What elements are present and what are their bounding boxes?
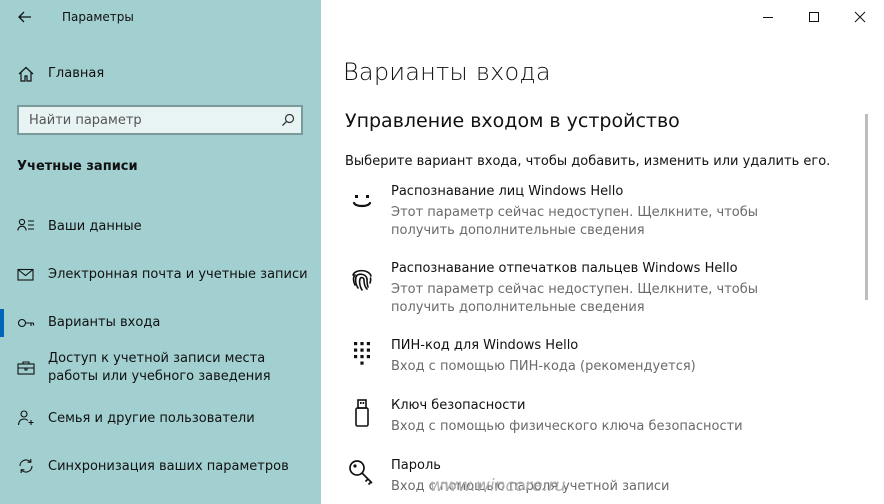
- scrollbar[interactable]: [865, 114, 868, 300]
- section-title: Учетные записи: [17, 159, 138, 174]
- sidebar-item-work-access[interactable]: Доступ к учетной записи места работы или…: [0, 350, 321, 392]
- option-description: Вход с помощью ПИН-кода (рекомендуется): [391, 359, 696, 374]
- sidebar-item-label: Варианты входа: [48, 315, 161, 330]
- option-fingerprint[interactable]: Распознавание отпечатков пальцев Windows…: [343, 261, 813, 317]
- page-title: Варианты входа: [343, 58, 551, 86]
- fingerprint-icon: [352, 269, 372, 291]
- search-box[interactable]: [17, 105, 303, 135]
- watermark: www.wincore.ru: [430, 476, 566, 496]
- sidebar-item-email-accounts[interactable]: Электронная почта и учетные записи: [0, 260, 321, 290]
- sidebar-item-sync[interactable]: Синхронизация ваших параметров: [0, 452, 321, 482]
- sidebar-item-label: Доступ к учетной записи места работы или…: [48, 351, 271, 384]
- password-key-icon: [349, 460, 373, 486]
- sync-icon: [19, 459, 33, 473]
- sidebar-item-label: Главная: [48, 66, 105, 81]
- maximize-button[interactable]: [791, 0, 837, 34]
- minimize-button[interactable]: [745, 0, 791, 34]
- search-input[interactable]: [19, 107, 279, 133]
- arrow-left-icon: [18, 11, 31, 23]
- person-lines-icon: [17, 218, 34, 231]
- sidebar-item-label: Электронная почта и учетные записи: [48, 267, 308, 282]
- option-title: ПИН-код для Windows Hello: [391, 338, 579, 353]
- option-title: Ключ безопасности: [391, 398, 526, 413]
- maximize-icon: [809, 12, 819, 22]
- option-title: Распознавание отпечатков пальцев Windows…: [391, 261, 738, 276]
- sidebar-item-family[interactable]: Семья и другие пользователи: [0, 404, 321, 434]
- option-description: Этот параметр сейчас недоступен. Щелкнит…: [391, 205, 759, 238]
- option-password[interactable]: Пароль Вход с помощью пароля учетной зап…: [343, 458, 813, 498]
- search-icon[interactable]: [281, 113, 295, 127]
- usb-key-icon: [355, 399, 369, 427]
- envelope-icon: [17, 268, 34, 281]
- option-description: Вход с помощью физического ключа безопас…: [391, 419, 743, 434]
- briefcase-icon: [17, 361, 35, 375]
- person-add-icon: [17, 410, 34, 426]
- section-subtitle: Управление входом в устройство: [345, 110, 680, 132]
- option-title: Распознавание лиц Windows Hello: [391, 184, 624, 199]
- back-button[interactable]: [10, 4, 40, 30]
- home-icon: [18, 66, 34, 82]
- selected-indicator: [0, 309, 4, 337]
- section-description: Выберите вариант входа, чтобы добавить, …: [345, 154, 831, 169]
- sidebar-item-home[interactable]: Главная: [0, 58, 321, 90]
- option-face-recognition[interactable]: Распознавание лиц Windows Hello Этот пар…: [343, 184, 813, 240]
- sidebar-item-label: Синхронизация ваших параметров: [48, 459, 289, 474]
- main-content: Варианты входа Управление входом в устро…: [321, 0, 884, 504]
- close-icon: [854, 11, 866, 23]
- key-icon: [17, 318, 35, 328]
- option-description: Этот параметр сейчас недоступен. Щелкнит…: [391, 282, 759, 315]
- sidebar-item-label: Ваши данные: [48, 219, 142, 234]
- option-pin[interactable]: ПИН-код для Windows Hello Вход с помощью…: [343, 338, 813, 378]
- sidebar-item-sign-in-options[interactable]: Варианты входа: [0, 308, 321, 338]
- sidebar-item-your-info[interactable]: Ваши данные: [0, 212, 321, 242]
- minimize-icon: [763, 17, 773, 18]
- pin-keypad-icon: [354, 342, 370, 365]
- sidebar: Параметры Главная Учетные записи Ваши да…: [0, 0, 321, 504]
- face-icon: [352, 195, 372, 208]
- sidebar-item-label: Семья и другие пользователи: [48, 411, 255, 426]
- app-title: Параметры: [62, 10, 134, 24]
- option-security-key[interactable]: Ключ безопасности Вход с помощью физичес…: [343, 398, 813, 438]
- close-button[interactable]: [837, 0, 883, 34]
- option-title: Пароль: [391, 458, 441, 473]
